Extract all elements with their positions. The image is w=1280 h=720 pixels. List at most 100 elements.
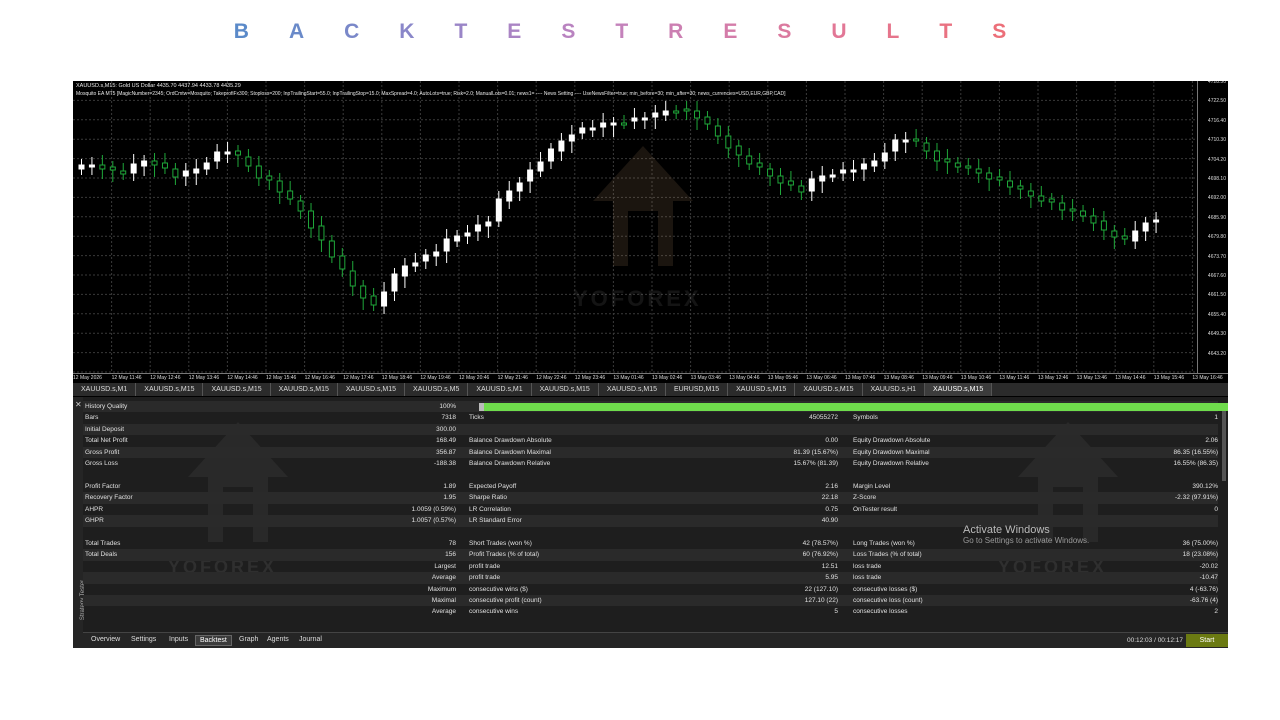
symbol-tab[interactable]: XAUUSD.s,M1 — [73, 383, 137, 396]
price-tick-label: 4661.50 — [1207, 292, 1226, 299]
result-value: -63.76 (4) — [1189, 597, 1218, 604]
symbol-tab[interactable]: EURUSD,M15 — [666, 383, 729, 396]
tab-graph[interactable]: Graph — [235, 635, 262, 644]
result-value: 42 (78.57%) — [802, 540, 838, 547]
symbol-tab[interactable]: XAUUSD.s,M15 — [795, 383, 863, 396]
close-icon[interactable]: ✕ — [75, 400, 82, 409]
title-letter: T — [454, 20, 508, 43]
result-value: 2 — [1214, 608, 1218, 616]
candle-body — [245, 156, 252, 167]
result-label: Short Trades (won %) — [469, 540, 532, 547]
result-label: Maximal — [431, 597, 456, 604]
activate-windows-notice: Activate Windows Go to Settings to activ… — [963, 524, 1089, 545]
result-label: Long Trades (won %) — [853, 540, 915, 547]
watermark-logo-icon — [593, 146, 693, 266]
result-value: 1.0057 (0.57%) — [411, 517, 456, 525]
price-axis[interactable]: 4728.50 4722.50 4716.40 4710.30 4704.20 4698.… — [1197, 81, 1228, 373]
candle-body — [109, 166, 116, 171]
title-letter: L — [886, 20, 940, 43]
candle-body — [641, 117, 648, 121]
title-letter: C — [344, 20, 400, 43]
symbol-tab[interactable]: XAUUSD.s,M5 — [405, 383, 469, 396]
candle-body — [141, 160, 148, 167]
result-value: -10.47 — [1199, 574, 1218, 582]
tab-settings[interactable]: Settings — [127, 635, 160, 644]
title-letter: S — [777, 20, 832, 43]
title-letter: R — [668, 20, 724, 43]
candle-body — [506, 190, 513, 202]
ea-parameters: Mosquito EA MT5 [MagicNumber=2345; OrdCm… — [76, 91, 786, 97]
candle-body — [130, 163, 137, 174]
vertical-scrollbar[interactable] — [1222, 411, 1226, 481]
candle-body — [860, 163, 867, 170]
candle-body — [193, 168, 200, 174]
result-value: 81.39 (15.67%) — [793, 448, 838, 456]
title-letter: S — [561, 20, 616, 43]
candle-body — [954, 162, 961, 168]
watermark-text: YOFOREX — [573, 286, 702, 311]
tab-agents[interactable]: Agents — [263, 635, 293, 644]
result-value: 127.10 (22) — [804, 597, 838, 604]
price-chart[interactable]: XAUUSD.s,M15: Gold US Dollar 4435.70 443… — [73, 81, 1228, 383]
symbol-tab[interactable]: XAUUSD.s,M15 — [599, 383, 667, 396]
result-label: profit trade — [469, 562, 501, 570]
candle-body — [182, 170, 189, 177]
result-value: 12.51 — [821, 562, 838, 570]
price-tick-label: 4692.00 — [1207, 195, 1226, 202]
candle-body — [1017, 185, 1024, 190]
symbol-tab[interactable]: XAUUSD.s,M15 — [925, 383, 993, 396]
symbol-tab[interactable]: XAUUSD.s,M15 — [338, 383, 406, 396]
time-tick-label: 12 May 19:46 — [420, 375, 451, 381]
tab-journal[interactable]: Journal — [295, 635, 326, 644]
symbol-tab[interactable]: XAUUSD.s,M15 — [271, 383, 338, 396]
symbol-tab[interactable]: XAUUSD.s,M15 — [728, 383, 796, 396]
results-row: Bars 7318 Ticks 45055272 Symbols 1 — [83, 412, 1218, 423]
symbol-tab[interactable]: XAUUSD.s,M1 — [468, 383, 532, 396]
results-row: Gross Loss -188.38 Balance Drawdown Rela… — [83, 458, 1218, 469]
candle-body — [673, 110, 680, 114]
result-value: -20.02 — [1199, 562, 1218, 570]
candle-body — [485, 221, 492, 227]
result-label: Expected Payoff — [469, 483, 517, 490]
symbol-tab[interactable]: XAUUSD.s,M15 — [136, 383, 204, 396]
candle-body — [1080, 210, 1087, 217]
candle-body — [662, 110, 669, 116]
tab-backtest[interactable]: Backtest — [195, 635, 232, 646]
price-tick-label: 4722.50 — [1207, 98, 1226, 105]
result-value: 100% — [439, 403, 456, 410]
results-row: Average profit trade 5.95 loss trade -10… — [83, 572, 1218, 584]
time-tick-label: 13 May 13:46 — [1076, 375, 1107, 381]
results-row: Total Net Profit 168.49 Balance Drawdown… — [83, 435, 1218, 446]
candle-body — [339, 255, 346, 270]
candle-body — [621, 122, 627, 126]
result-label: Initial Deposit — [85, 425, 125, 433]
results-row: History Quality 100% — [83, 401, 1228, 413]
result-label: Equity Drawdown Absolute — [853, 437, 931, 445]
result-label: Average — [431, 574, 456, 582]
result-value: 22.18 — [821, 494, 838, 502]
time-tick-label: 12 May 21:46 — [497, 375, 528, 381]
symbol-tab[interactable]: XAUUSD.s,M15 — [203, 383, 271, 396]
candle-body — [881, 152, 888, 162]
chart-header: XAUUSD.s,M15: Gold US Dollar 4435.70 443… — [76, 82, 786, 98]
candle-body — [1007, 180, 1014, 188]
symbol-tab[interactable]: XAUUSD.s,M15 — [532, 383, 599, 396]
start-button[interactable]: Start — [1186, 634, 1228, 647]
result-value: 1 — [1214, 414, 1218, 422]
tab-inputs[interactable]: Inputs — [165, 635, 192, 644]
candle-body — [88, 164, 95, 168]
result-label: Gross Profit — [85, 448, 120, 456]
symbol-tab[interactable]: XAUUSD.s,H1 — [863, 383, 926, 396]
time-tick-label: 13 May 09:46 — [922, 375, 953, 381]
tab-overview[interactable]: Overview — [87, 635, 124, 644]
result-value: 0 — [1214, 505, 1218, 513]
candle-body — [370, 295, 377, 306]
time-tick-label: 12 May 17:46 — [343, 375, 374, 381]
candle-body — [266, 175, 273, 181]
page-title: BACKTESTRESULTS — [0, 20, 1280, 44]
result-label: profit trade — [469, 574, 501, 582]
result-label: Maximum — [427, 585, 456, 593]
candle-body — [391, 273, 398, 292]
result-value: 86.35 (16.55%) — [1173, 448, 1218, 456]
candle-body — [422, 254, 429, 262]
